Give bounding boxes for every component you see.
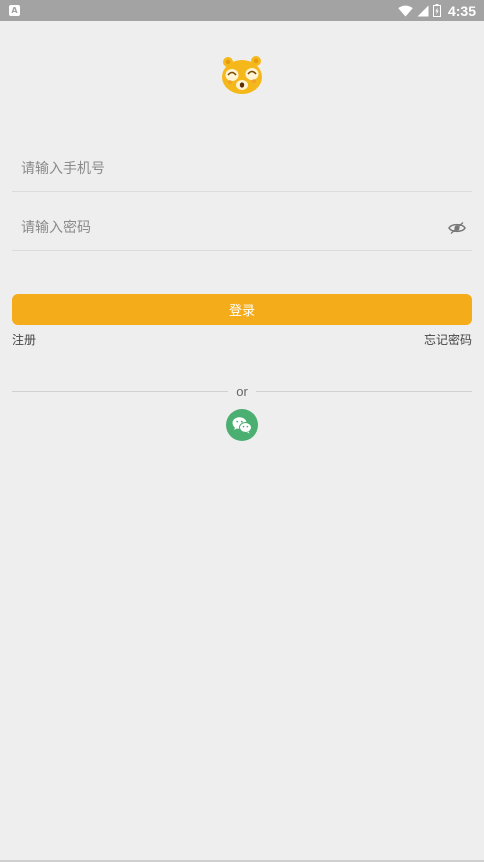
- phone-field-row: [12, 147, 472, 192]
- divider-right: [256, 391, 472, 392]
- status-time: 4:35: [447, 2, 476, 19]
- bear-logo-icon: [222, 56, 262, 94]
- password-input[interactable]: [21, 206, 421, 250]
- wifi-icon: [398, 5, 413, 16]
- wechat-login-button[interactable]: [226, 409, 258, 441]
- divider-text: or: [236, 384, 248, 399]
- phone-input[interactable]: [21, 147, 421, 191]
- signal-icon: [417, 5, 429, 16]
- forgot-password-link[interactable]: 忘记密码: [424, 331, 472, 348]
- login-screen: A 4:35 请输入手机号 登录 注册 忘记密码 or: [0, 0, 484, 862]
- battery-icon: [432, 4, 441, 17]
- wechat-icon: [232, 417, 252, 434]
- password-field-row: [12, 206, 472, 251]
- status-bar: A 4:35: [0, 0, 484, 21]
- register-link[interactable]: 注册: [12, 331, 36, 348]
- login-button[interactable]: 登录: [12, 294, 472, 325]
- divider-left: [12, 391, 228, 392]
- notification-app-icon: A: [9, 5, 20, 16]
- eye-icon[interactable]: [448, 219, 466, 237]
- status-bar-right: 4:35: [398, 0, 476, 21]
